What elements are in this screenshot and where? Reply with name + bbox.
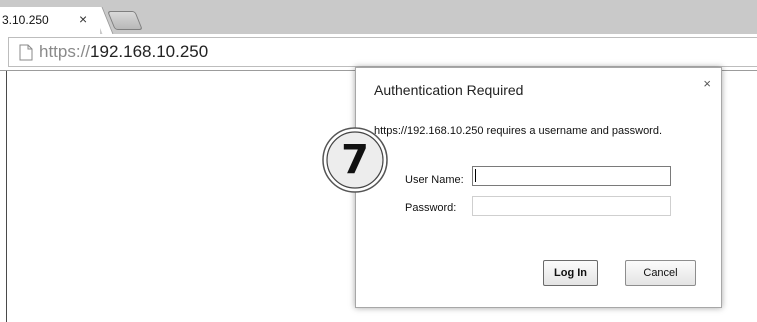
username-field[interactable] — [472, 166, 671, 186]
auth-dialog: Authentication Required × https://192.16… — [355, 67, 722, 308]
password-field[interactable] — [472, 196, 671, 216]
tab-active[interactable]: 3.10.250 × — [0, 7, 100, 34]
login-button[interactable]: Log In — [543, 260, 598, 286]
tab-close-icon[interactable]: × — [79, 11, 87, 27]
text-caret — [475, 169, 476, 182]
toolbar: https://192.168.10.250 — [0, 34, 757, 71]
cancel-button[interactable]: Cancel — [625, 260, 696, 286]
password-label: Password: — [405, 202, 457, 214]
dialog-title: Authentication Required — [374, 82, 524, 98]
dialog-message: https://192.168.10.250 requires a userna… — [374, 125, 663, 137]
url-text: https://192.168.10.250 — [39, 42, 208, 62]
step-badge-number: 7 — [341, 137, 369, 183]
browser-window: 3.10.250 × https://192.168.10.250 Authen… — [0, 0, 757, 322]
url-scheme: https:// — [39, 42, 91, 61]
tab-title: 3.10.250 — [2, 13, 49, 27]
username-label: User Name: — [405, 174, 464, 186]
address-bar[interactable]: https://192.168.10.250 — [8, 37, 757, 67]
page-icon — [19, 44, 33, 61]
url-host: 192.168.10.250 — [90, 42, 209, 61]
window-edge — [6, 71, 7, 322]
close-icon[interactable]: × — [703, 76, 711, 91]
new-tab-button[interactable] — [107, 11, 143, 30]
tab-strip: 3.10.250 × — [0, 0, 757, 34]
